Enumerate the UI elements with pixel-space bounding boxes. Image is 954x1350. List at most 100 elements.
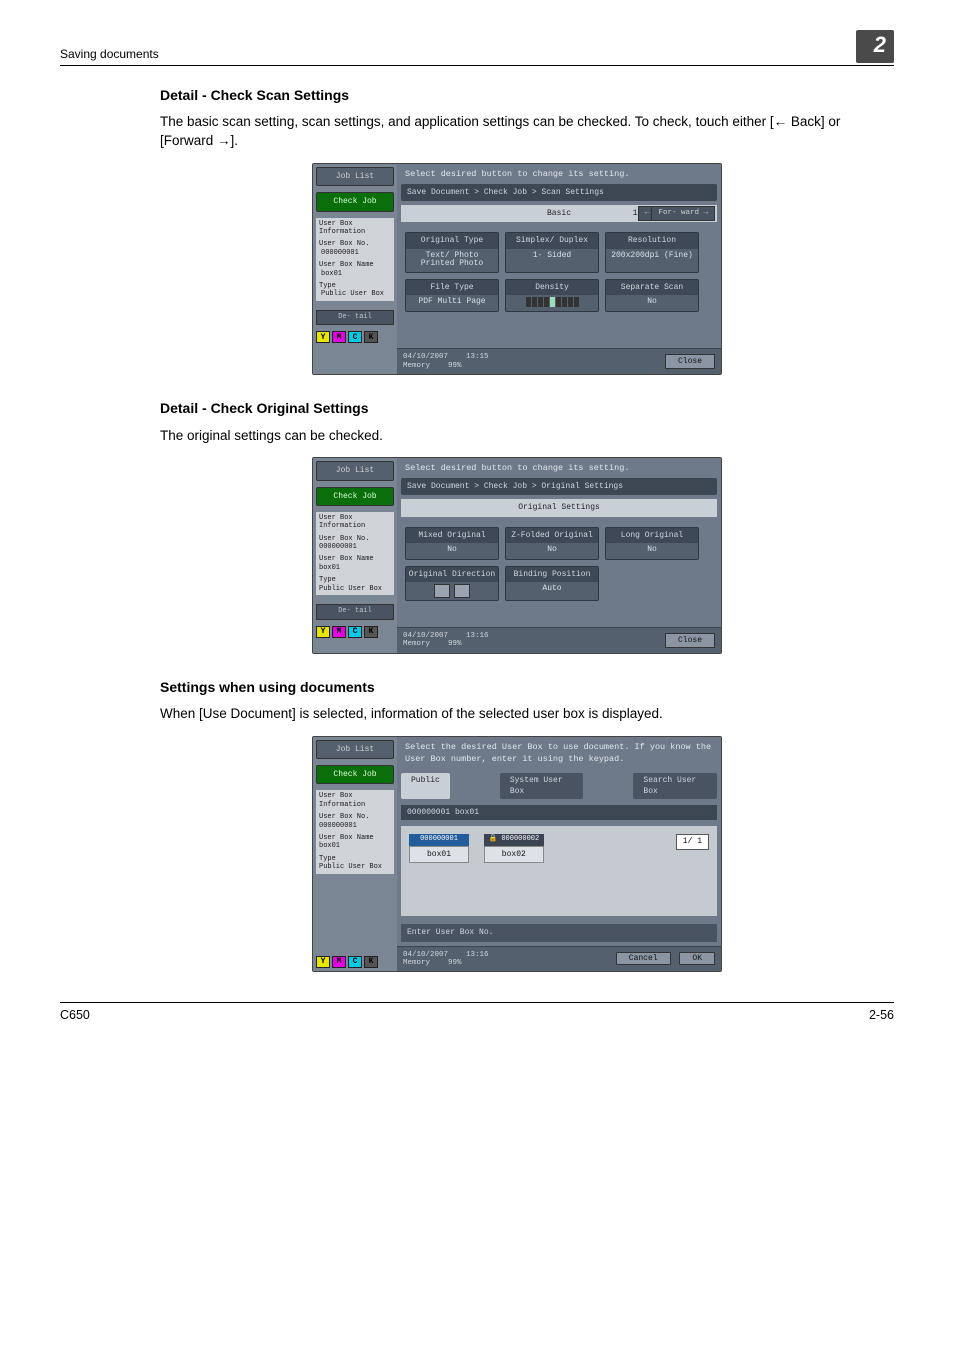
- card-long-original[interactable]: Long Original No: [605, 527, 699, 560]
- card-density[interactable]: Density: [505, 279, 599, 312]
- card-title: Z-Folded Original: [506, 528, 598, 543]
- card-original-direction[interactable]: Original Direction: [405, 566, 499, 601]
- user-box-name-label: User Box Name: [319, 261, 391, 269]
- instruction-text: Select desired button to change its sett…: [397, 164, 721, 184]
- direction-landscape-icon: [454, 584, 470, 598]
- card-value: Auto: [506, 582, 598, 598]
- memory-value: 99%: [448, 959, 462, 967]
- time-value: 13:15: [466, 353, 489, 361]
- check-job-button[interactable]: Check Job: [316, 192, 394, 211]
- density-bar-icon: [506, 295, 598, 309]
- box-id: 🔒 000000002: [484, 834, 544, 846]
- page-indicator: 1/ 1: [676, 834, 709, 849]
- screenshot-scan-settings: Job List Check Job User Box Information …: [312, 163, 722, 375]
- card-resolution[interactable]: Resolution 200x200dpi (Fine): [605, 232, 699, 273]
- settings-grid: Original Type Text/ Photo Printed Photo …: [397, 226, 721, 318]
- paragraph-check-scan: The basic scan setting, scan settings, a…: [160, 113, 874, 151]
- user-box-name-value: box01: [319, 842, 391, 850]
- card-title: File Type: [406, 280, 498, 295]
- user-box-info-panel: User Box Information User Box No. 000000…: [316, 512, 394, 595]
- tab-bar: Basic 1/3 ← Back For- ward →: [401, 205, 717, 222]
- tab-public[interactable]: Public: [401, 773, 450, 799]
- user-box-no-value: 000000001: [319, 822, 391, 830]
- cancel-button[interactable]: Cancel: [616, 952, 671, 965]
- paragraph-check-original: The original settings can be checked.: [160, 427, 874, 446]
- user-box-item[interactable]: 000000001 box01: [409, 834, 469, 863]
- status-bar: 04/10/2007 13:15 Memory 99% Close: [397, 348, 721, 374]
- card-title: Simplex/ Duplex: [506, 233, 598, 248]
- toner-y-icon: Y: [316, 331, 330, 343]
- user-box-info-label: User Box Information: [319, 220, 391, 237]
- card-value: No: [506, 543, 598, 559]
- job-list-button[interactable]: Job List: [316, 461, 394, 480]
- box-id: 000000001: [409, 834, 469, 846]
- tab-basic[interactable]: Basic: [547, 208, 571, 219]
- ok-button[interactable]: OK: [679, 952, 715, 965]
- footer-model: C650: [60, 1007, 90, 1025]
- user-box-no-label: User Box No.: [319, 240, 391, 248]
- heading-check-original: Detail - Check Original Settings: [160, 399, 874, 419]
- memory-value: 99%: [448, 362, 462, 370]
- toner-y-icon: Y: [316, 956, 330, 968]
- card-value: Text/ Photo Printed Photo: [406, 249, 498, 273]
- chapter-number: 2: [856, 30, 894, 63]
- direction-portrait-icon: [434, 584, 450, 598]
- tab-search-user-box[interactable]: Search User Box: [633, 773, 717, 799]
- page-footer: C650 2-56: [60, 1002, 894, 1025]
- toner-indicator: Y M C K: [316, 956, 394, 968]
- toner-m-icon: M: [332, 626, 346, 638]
- date-value: 04/10/2007: [403, 353, 448, 361]
- memory-label: Memory: [403, 959, 430, 967]
- user-box-item[interactable]: 🔒 000000002 box02: [484, 834, 544, 863]
- tab-row: Public System User Box Search User Box: [401, 773, 717, 799]
- breadcrumb: Save Document > Check Job > Original Set…: [401, 478, 717, 495]
- card-title: Original Direction: [406, 567, 498, 582]
- card-title: Resolution: [606, 233, 698, 248]
- user-box-no-value: 000000001: [319, 543, 391, 551]
- card-binding-position[interactable]: Binding Position Auto: [505, 566, 599, 601]
- screenshot-use-document: Job List Check Job User Box Information …: [312, 736, 722, 972]
- card-z-folded[interactable]: Z-Folded Original No: [505, 527, 599, 560]
- card-title: Mixed Original: [406, 528, 498, 543]
- user-box-no-label: User Box No.: [319, 535, 391, 543]
- card-value: PDF Multi Page: [406, 295, 498, 311]
- date-value: 04/10/2007: [403, 632, 448, 640]
- card-original-type[interactable]: Original Type Text/ Photo Printed Photo: [405, 232, 499, 273]
- sidebar: Job List Check Job User Box Information …: [313, 458, 397, 652]
- type-value: Public User Box: [319, 863, 391, 871]
- card-mixed-original[interactable]: Mixed Original No: [405, 527, 499, 560]
- job-list-button[interactable]: Job List: [316, 167, 394, 186]
- card-separate-scan[interactable]: Separate Scan No: [605, 279, 699, 312]
- instruction-text: Select the desired User Box to use docum…: [397, 737, 721, 769]
- box-name: box01: [409, 846, 469, 863]
- user-box-name-value: box01: [321, 270, 391, 278]
- sidebar: Job List Check Job User Box Information …: [313, 737, 397, 971]
- breadcrumb: Save Document > Check Job > Scan Setting…: [401, 184, 717, 201]
- close-button[interactable]: Close: [665, 354, 715, 369]
- card-title: Long Original: [606, 528, 698, 543]
- user-box-info-panel: User Box Information User Box No. 000000…: [316, 218, 394, 301]
- tab-system-user-box[interactable]: System User Box: [500, 773, 584, 799]
- card-value: 1- Sided: [506, 249, 598, 265]
- enter-user-box-no-button[interactable]: Enter User Box No.: [401, 924, 717, 941]
- card-value: 200x200dpi (Fine): [606, 249, 698, 265]
- instruction-text: Select desired button to change its sett…: [397, 458, 721, 478]
- time-value: 13:16: [466, 951, 489, 959]
- sidebar: Job List Check Job User Box Information …: [313, 164, 397, 374]
- job-list-button[interactable]: Job List: [316, 740, 394, 759]
- close-button[interactable]: Close: [665, 633, 715, 648]
- toner-c-icon: C: [348, 331, 362, 343]
- card-value: No: [606, 295, 698, 311]
- card-file-type[interactable]: File Type PDF Multi Page: [405, 279, 499, 312]
- check-job-button[interactable]: Check Job: [316, 765, 394, 784]
- selection-title-bar: 000000001 box01: [401, 805, 717, 820]
- type-label: Type: [319, 576, 391, 584]
- forward-button[interactable]: For- ward →: [651, 206, 715, 221]
- toner-m-icon: M: [332, 331, 346, 343]
- box-id-text: 000000002: [501, 835, 539, 843]
- detail-button[interactable]: De- tail: [316, 604, 394, 620]
- card-simplex-duplex[interactable]: Simplex/ Duplex 1- Sided: [505, 232, 599, 273]
- detail-button[interactable]: De- tail: [316, 310, 394, 326]
- check-job-button[interactable]: Check Job: [316, 487, 394, 506]
- tab-original-settings[interactable]: Original Settings: [518, 502, 600, 513]
